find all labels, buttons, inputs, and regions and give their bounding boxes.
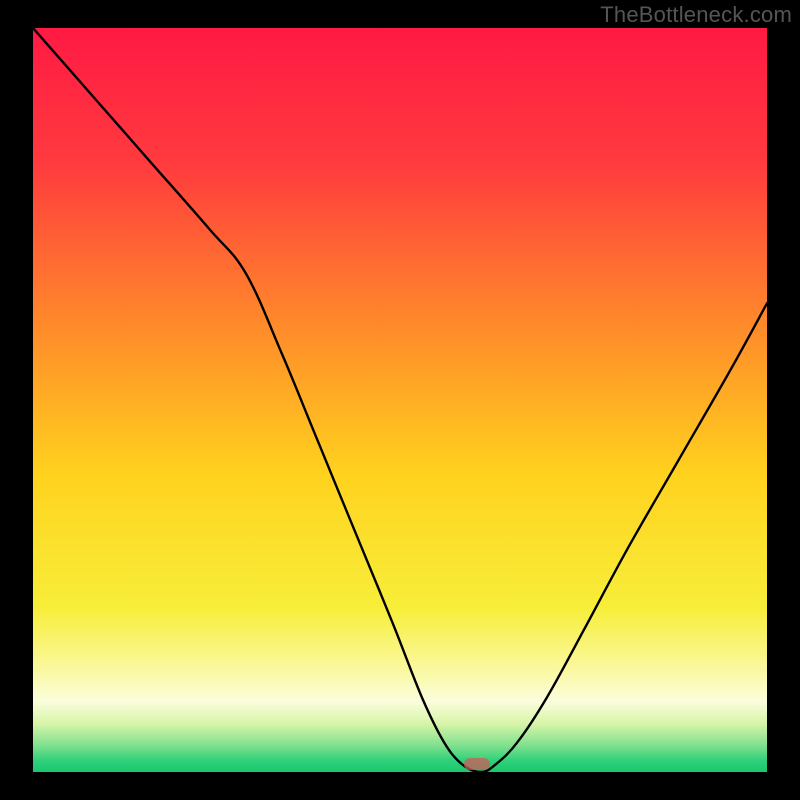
gradient-background [33, 28, 767, 772]
optimal-marker [464, 758, 490, 770]
plot-area [33, 28, 767, 772]
chart-frame: TheBottleneck.com [0, 0, 800, 800]
plot-svg [33, 28, 767, 772]
watermark-text: TheBottleneck.com [600, 2, 792, 28]
